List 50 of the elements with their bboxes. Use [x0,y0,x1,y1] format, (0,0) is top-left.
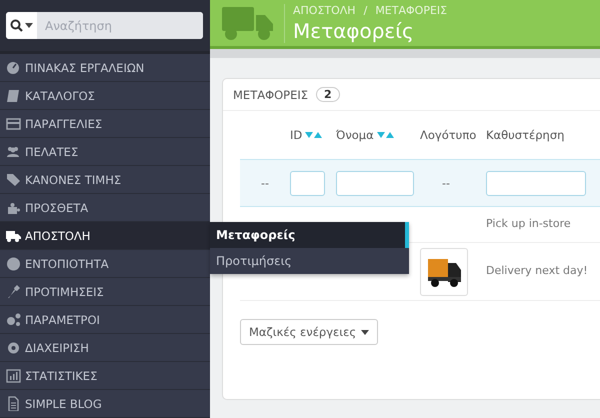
sidebar-item[interactable]: ΠΑΡΑΜΕΤΡΟΙ [0,306,210,334]
users-icon [6,144,21,159]
search-icon [10,19,23,32]
submenu-item[interactable]: Μεταφορείς [210,222,409,248]
truck-icon [222,5,274,41]
puzzle-icon [6,200,21,215]
delay-filter-field[interactable] [486,170,586,196]
dashboard-icon [6,60,21,75]
filter-cell: -- [420,159,486,207]
sort-descending-icon[interactable] [305,132,314,138]
sidebar-item[interactable]: ΚΑΝΟΝΕΣ ΤΙΜΗΣ [0,166,210,194]
search-field[interactable]: Αναζήτηση [6,12,203,39]
sidebar-item[interactable]: ΠΙΝΑΚΑΣ ΕΡΓΑΛΕΙΩΝ [0,54,210,82]
delay-text: Pick up in-store [486,216,572,232]
sidebar-item[interactable]: ΣΤΑΤΙΣΤΙΚΕΣ [0,362,210,390]
column-header: Λογότυπο [420,127,478,144]
sort-ascending-icon[interactable] [314,132,322,138]
sidebar-item[interactable]: ΔΙΑΧΕΙΡΙΣΗ [0,334,210,362]
column-header: Καθυστέρηση [486,127,566,144]
sidebar-item[interactable]: ΚΑΤΑΛΟΓΟΣ [0,82,210,110]
page-title: Μεταφορείς [293,18,415,42]
sidebar-item[interactable]: ΑΠΟΣΤΟΛΗ [0,222,210,250]
submenu-item[interactable]: Προτιμήσεις [210,248,409,274]
sidebar-item[interactable]: ΠΑΡΑΓΓΕΛΙΕΣ [0,110,210,138]
caret-icon [25,23,33,28]
column-header[interactable]: ID [290,111,336,159]
name-filter-field[interactable] [336,170,414,196]
panel-title: ΜΕΤΑΦΟΡΕΙΣ [233,88,308,102]
chart-icon [6,368,21,383]
breadcrumb-separator: / [364,4,368,16]
globe-icon [6,256,21,271]
id-filter-field[interactable] [290,170,325,196]
column-header[interactable]: Όνομα [336,111,420,159]
sidebar-item[interactable]: ΕΝΤΟΠΙΟΤΗΤΑ [0,250,210,278]
bulk-actions-button[interactable]: Μαζικές ενέργειες [240,319,378,345]
gears-icon [6,312,21,327]
count-badge: 2 [316,87,340,102]
caret-icon [361,330,370,334]
gear-icon [6,340,21,355]
search-dropdown-button[interactable] [6,12,37,39]
sort-ascending-icon[interactable] [386,132,394,138]
filter-cell: -- [240,159,290,207]
sort-descending-icon[interactable] [376,132,385,138]
tag-icon [6,172,21,187]
card-icon [6,116,21,131]
sidebar-item[interactable]: ΠΕΛΑΤΕΣ [0,138,210,166]
sidebar-item[interactable]: SIMPLE BLOG [0,390,210,418]
truck-icon [6,228,21,243]
doc-icon [6,396,21,411]
delay-text: Delivery next day! [486,263,589,280]
